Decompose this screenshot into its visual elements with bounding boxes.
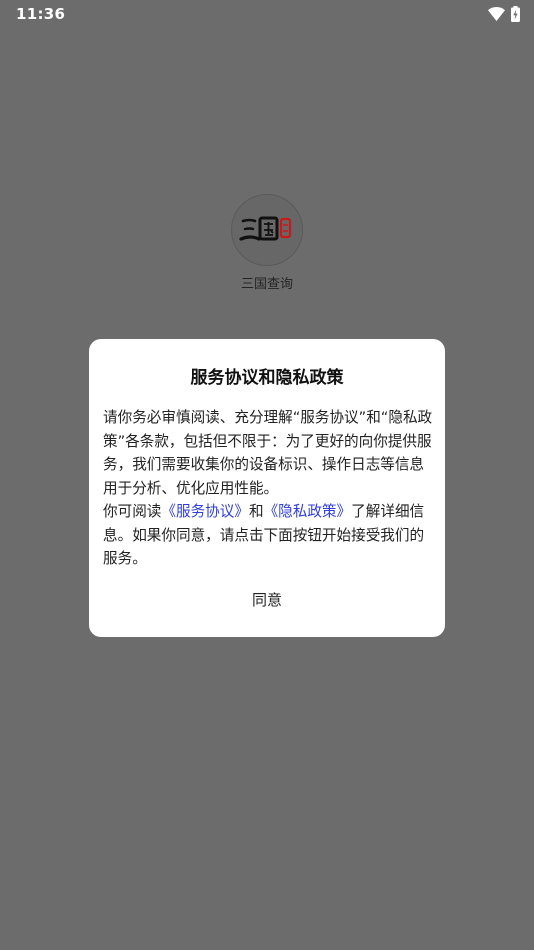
dialog-read-paragraph: 你可阅读《服务协议》和《隐私政策》了解详细信息。如果你同意，请点击下面按钮开始接… bbox=[103, 500, 433, 571]
battery-charging-icon bbox=[511, 6, 520, 22]
wifi-icon bbox=[488, 7, 505, 21]
privacy-dialog: 服务协议和隐私政策 请你务必审慎阅读、充分理解“服务协议”和“隐私政策”各条款，… bbox=[89, 339, 445, 637]
dialog-terms-text: 请你务必审慎阅读、充分理解“服务协议”和“隐私政策”各条款，包括但不限于：为了更… bbox=[103, 409, 433, 497]
service-agreement-link[interactable]: 《服务协议》 bbox=[161, 503, 249, 520]
status-time: 11:36 bbox=[16, 5, 66, 23]
app-logo bbox=[231, 194, 303, 266]
status-bar: 11:36 bbox=[0, 0, 534, 28]
status-icons bbox=[488, 6, 520, 22]
link-joiner: 和 bbox=[248, 503, 264, 520]
privacy-policy-link[interactable]: 《隐私政策》 bbox=[264, 503, 352, 520]
agree-button[interactable]: 同意 bbox=[217, 585, 317, 613]
read-prefix: 你可阅读 bbox=[103, 503, 162, 520]
dialog-body: 请你务必审慎阅读、充分理解“服务协议”和“隐私政策”各条款，包括但不限于：为了更… bbox=[103, 406, 433, 571]
dialog-title: 服务协议和隐私政策 bbox=[190, 368, 344, 388]
app-name: 三国查询 bbox=[240, 277, 293, 292]
sanguo-calligraphy-logo bbox=[239, 216, 292, 241]
